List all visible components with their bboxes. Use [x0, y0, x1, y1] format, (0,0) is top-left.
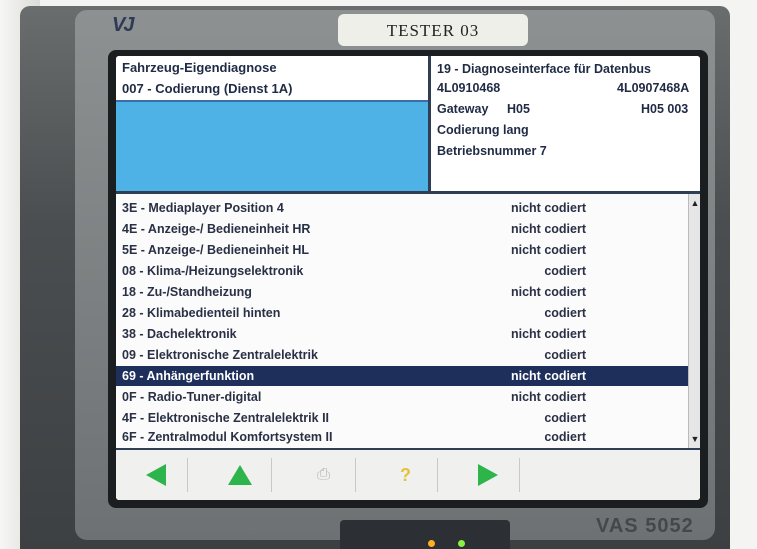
navigation-toolbar: ⎙ ?: [116, 448, 700, 500]
help-button[interactable]: ?: [374, 458, 438, 492]
list-item-status: nicht codiert: [510, 369, 586, 383]
software-version: H05: [507, 102, 530, 116]
list-item-status: nicht codiert: [510, 327, 586, 341]
list-item-name: 18 - Zu-/Standheizung: [122, 285, 252, 299]
control-unit-list: 3E - Mediaplayer Position 4 nicht codier…: [116, 194, 700, 448]
status-led-green: [458, 540, 465, 547]
list-item[interactable]: 08 - Klima-/Heizungselektronik codiert: [116, 261, 684, 281]
list-item-status: codiert: [544, 348, 586, 362]
list-item-name: 0F - Radio-Tuner-digital: [122, 390, 262, 404]
tester-label: TESTER 03: [338, 14, 528, 46]
list-item[interactable]: 38 - Dachelektronik nicht codiert: [116, 324, 684, 344]
help-icon: ?: [400, 464, 411, 485]
status-led-orange: [428, 540, 435, 547]
header-left-panel: Fahrzeug-Eigendiagnose 007 - Codierung (…: [116, 56, 428, 191]
model-label: VAS 5052: [596, 515, 694, 537]
list-scrollbar[interactable]: ▲ ▼: [688, 194, 700, 448]
list-item-name: 08 - Klima-/Heizungselektronik: [122, 264, 304, 278]
function-subtitle: 007 - Codierung (Dienst 1A): [122, 81, 293, 96]
list-item-status: nicht codiert: [510, 201, 586, 215]
part-number-right: 4L0907468A: [617, 81, 690, 95]
module-info-panel: 19 - Diagnoseinterface für Datenbus 4L09…: [431, 56, 700, 191]
list-item-status: codiert: [544, 430, 586, 444]
list-item[interactable]: 28 - Klimabedienteil hinten codiert: [116, 303, 684, 323]
list-item-status: nicht codiert: [510, 222, 586, 236]
scroll-down-icon[interactable]: ▼: [689, 432, 700, 446]
list-item[interactable]: 4F - Elektronische Zentralelektrik II co…: [116, 408, 684, 428]
part-number: 4L0910468: [437, 81, 501, 95]
page-title: Fahrzeug-Eigendiagnose: [122, 60, 277, 75]
print-button[interactable]: ⎙: [292, 458, 356, 492]
list-item-name: 4F - Elektronische Zentralelektrik II: [122, 411, 330, 425]
list-item[interactable]: 0F - Radio-Tuner-digital nicht codiert: [116, 387, 684, 407]
dealer-number: Betriebsnummer 7: [437, 144, 547, 158]
screen: Fahrzeug-Eigendiagnose 007 - Codierung (…: [116, 56, 700, 500]
forward-button[interactable]: [456, 458, 520, 492]
list-item-name: 09 - Elektronische Zentralelektrik: [122, 348, 318, 362]
list-item[interactable]: 6F - Zentralmodul Komfortsystem II codie…: [116, 427, 684, 447]
forward-arrow-icon: [477, 464, 498, 486]
list-item-status: codiert: [544, 264, 586, 278]
list-item-status: nicht codiert: [510, 390, 586, 404]
list-item-name: 3E - Mediaplayer Position 4: [122, 201, 284, 215]
module-title: 19 - Diagnoseinterface für Datenbus: [437, 62, 651, 76]
list-item-name: 69 - Anhängerfunktion: [122, 369, 255, 383]
back-button[interactable]: [124, 458, 188, 492]
list-item-name: 38 - Dachelektronik: [122, 327, 237, 341]
brand-logo: VJ: [112, 14, 135, 36]
list-item-selected[interactable]: 69 - Anhängerfunktion nicht codiert: [116, 366, 688, 386]
scroll-up-icon[interactable]: ▲: [689, 196, 700, 210]
print-icon: ⎙: [317, 466, 330, 483]
list-item-name: 5E - Anzeige-/ Bedieneinheit HL: [122, 243, 310, 257]
component-label: Gateway: [437, 102, 489, 116]
list-item[interactable]: 09 - Elektronische Zentralelektrik codie…: [116, 345, 684, 365]
software-version-right: H05 003: [641, 102, 689, 116]
list-item-name: 28 - Klimabedienteil hinten: [122, 306, 281, 320]
list-item-name: 6F - Zentralmodul Komfortsystem II: [122, 430, 333, 444]
list-item-status: nicht codiert: [510, 243, 586, 257]
list-item-status: nicht codiert: [510, 285, 586, 299]
list-item-status: codiert: [544, 411, 586, 425]
up-button[interactable]: [208, 458, 272, 492]
coding-type: Codierung lang: [437, 123, 529, 137]
header-blue-area: [116, 102, 428, 191]
list-item[interactable]: 3E - Mediaplayer Position 4 nicht codier…: [116, 198, 684, 218]
up-arrow-icon: [227, 465, 252, 485]
list-item[interactable]: 5E - Anzeige-/ Bedieneinheit HL nicht co…: [116, 240, 684, 260]
list-item-status: codiert: [544, 306, 586, 320]
device-bottom-panel: [340, 520, 510, 549]
list-item[interactable]: 4E - Anzeige-/ Bedieneinheit HR nicht co…: [116, 219, 684, 239]
list-item[interactable]: 18 - Zu-/Standheizung nicht codiert: [116, 282, 684, 302]
back-arrow-icon: [145, 464, 166, 486]
list-item-name: 4E - Anzeige-/ Bedieneinheit HR: [122, 222, 311, 236]
